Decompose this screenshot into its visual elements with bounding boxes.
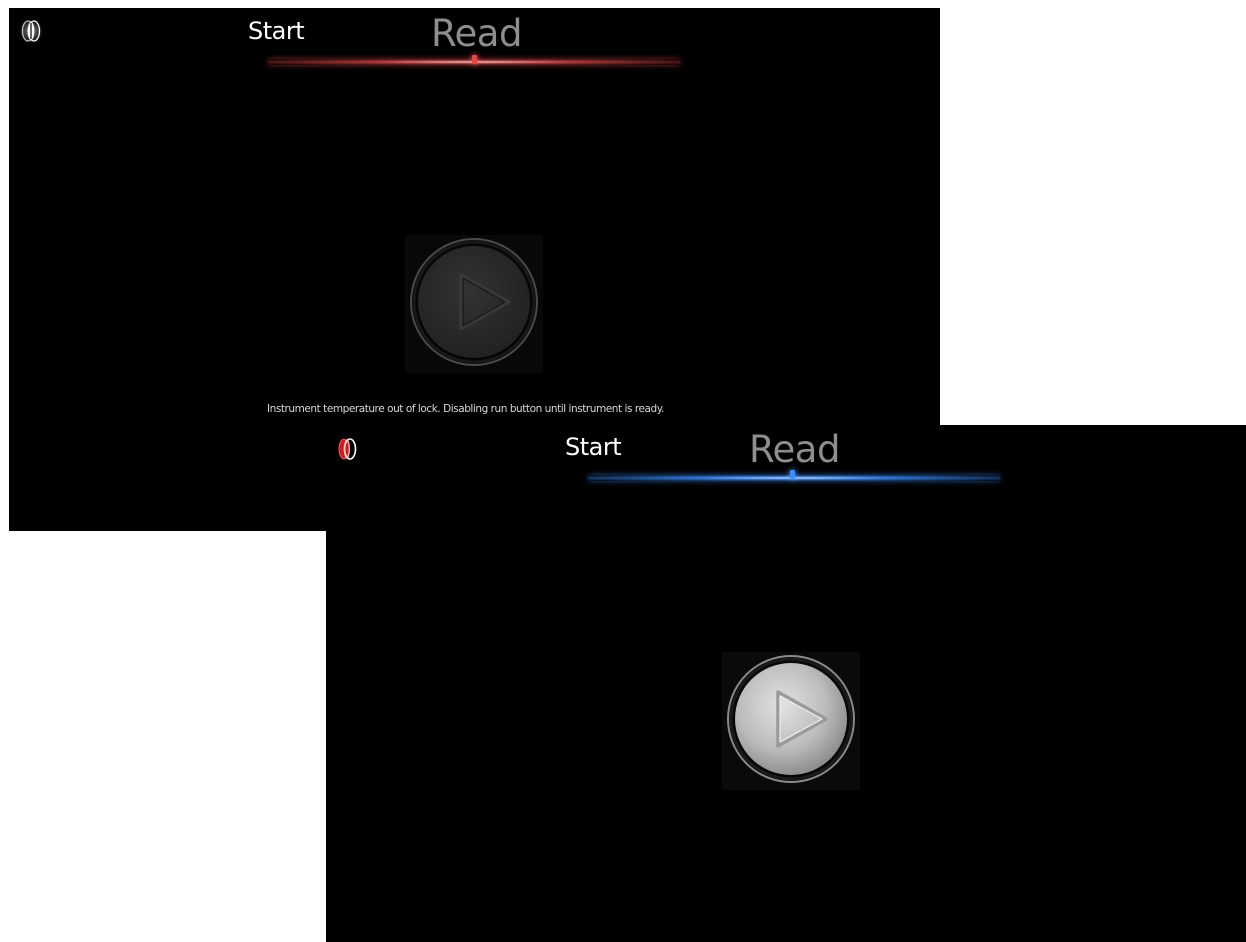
play-icon — [405, 235, 543, 373]
logo-icon[interactable] — [335, 437, 359, 461]
tab-read[interactable]: Read — [431, 12, 522, 55]
screen-ready: Start Read — [326, 425, 1246, 942]
status-message: Instrument temperature out of lock. Disa… — [267, 403, 664, 415]
play-icon — [722, 652, 860, 790]
logo-icon[interactable] — [19, 19, 43, 43]
run-button[interactable] — [405, 235, 543, 373]
tab-indicator-marker — [472, 55, 477, 64]
tab-indicator-marker — [790, 470, 795, 479]
tab-start[interactable]: Start — [565, 433, 622, 461]
run-button[interactable] — [722, 652, 860, 790]
tab-start[interactable]: Start — [248, 17, 305, 45]
tab-read[interactable]: Read — [749, 428, 840, 471]
